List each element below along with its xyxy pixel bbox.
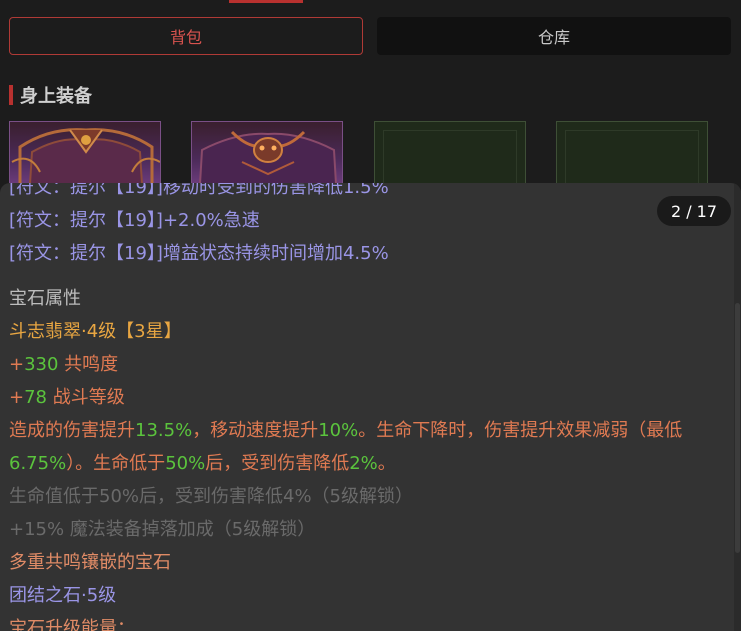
locked-effect-1: 生命值低于50%后，受到伤害降低4%（5级解锁） bbox=[9, 486, 414, 507]
page-indicator-badge: 2 / 17 bbox=[657, 196, 731, 226]
gem-stat-combat-level: +78 战斗等级 bbox=[9, 387, 125, 408]
tooltip-scrollbar[interactable] bbox=[734, 183, 741, 631]
unity-stone-label: 团结之石·5级 bbox=[9, 585, 117, 606]
gem-name: 斗志翡翠·4级【3星】 bbox=[9, 321, 182, 342]
locked-effect-2: +15% 魔法装备掉落加成（5级解锁） bbox=[9, 519, 316, 540]
tooltip-content: [符文：提尔【19】]移动时受到的伤害降低1.5% [符文：提尔【19】]+2.… bbox=[9, 183, 724, 631]
gem-attributes-header: 宝石属性 bbox=[9, 288, 81, 309]
equipment-slot-2[interactable] bbox=[191, 121, 343, 183]
gem-upgrade-energy-label: 宝石升级能量： bbox=[9, 618, 135, 631]
equipment-slot-4[interactable] bbox=[556, 121, 708, 183]
top-tab-indicator bbox=[229, 0, 303, 3]
multi-resonance-gem-label: 多重共鸣镶嵌的宝石 bbox=[9, 552, 171, 573]
tab-backpack[interactable]: 背包 bbox=[9, 17, 363, 55]
gem-effect-description: 造成的伤害提升13.5%，移动速度提升10%。生命下降时，伤害提升效果减弱（最低… bbox=[9, 420, 683, 474]
gem-stat-resonance: +330 共鸣度 bbox=[9, 354, 119, 375]
section-header: 身上装备 bbox=[9, 84, 92, 107]
section-accent-bar bbox=[9, 85, 13, 105]
item-tooltip: [符文：提尔【19】]移动时受到的伤害降低1.5% [符文：提尔【19】]+2.… bbox=[0, 183, 741, 631]
empty-slot-icon bbox=[383, 130, 517, 183]
rune-line: [符文：提尔【19】]+2.0%急速 bbox=[9, 210, 260, 231]
equipment-slot-3[interactable] bbox=[374, 121, 526, 183]
tab-warehouse[interactable]: 仓库 bbox=[377, 17, 731, 55]
demon-armor-icon bbox=[11, 128, 160, 183]
equipment-slot-1[interactable] bbox=[9, 121, 161, 183]
scrollbar-thumb[interactable] bbox=[735, 303, 740, 553]
rune-line: [符文：提尔【19】]增益状态持续时间增加4.5% bbox=[9, 243, 389, 264]
empty-slot-icon bbox=[565, 130, 699, 183]
section-title: 身上装备 bbox=[20, 86, 92, 107]
rune-line: [符文：提尔【19】]移动时受到的伤害降低1.5% bbox=[9, 183, 389, 198]
demon-skull-icon bbox=[199, 130, 337, 183]
